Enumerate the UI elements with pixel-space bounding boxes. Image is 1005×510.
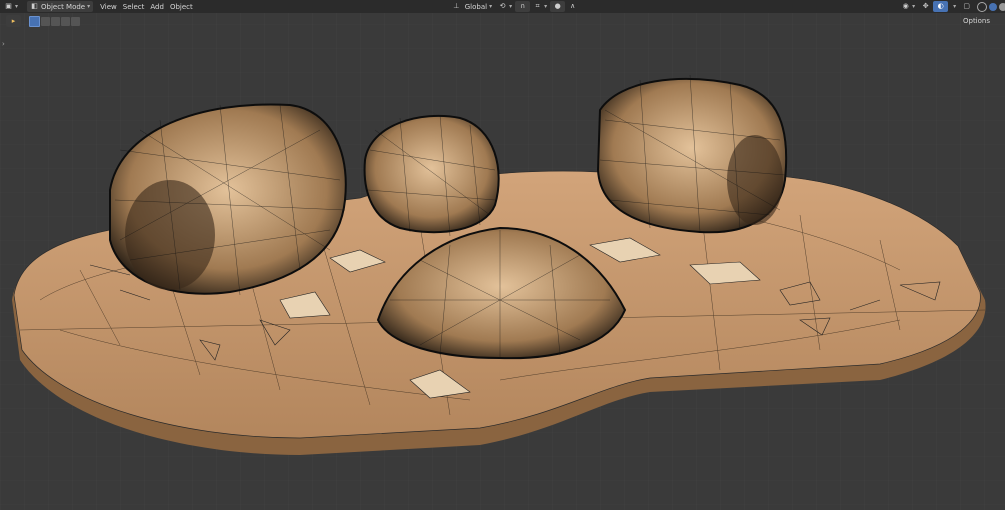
xray-icon: ▢ bbox=[963, 2, 970, 10]
chevron-down-icon: ▾ bbox=[544, 3, 548, 10]
proportional-edit-toggle[interactable]: ● bbox=[550, 1, 566, 12]
options-label: Options bbox=[962, 17, 990, 25]
menu-add-label: Add bbox=[150, 2, 164, 11]
pivot-icon: ⟲ bbox=[499, 2, 506, 10]
solid-shading-icon[interactable] bbox=[989, 2, 998, 11]
gizmo-toggle[interactable]: ✥ bbox=[918, 1, 933, 12]
chevron-down-icon: ▾ bbox=[953, 3, 957, 10]
menu-add[interactable]: Add bbox=[147, 1, 167, 12]
object-mode-icon: ◧ bbox=[31, 2, 38, 10]
chevron-down-icon: ▾ bbox=[489, 3, 493, 10]
visibility-dropdown[interactable]: ◉ ▾ bbox=[898, 1, 918, 12]
select-box-icon: ▸ bbox=[11, 16, 16, 25]
mode-label: Object Mode bbox=[41, 2, 86, 11]
options-dropdown[interactable]: Options bbox=[960, 16, 993, 27]
gizmo-icon: ✥ bbox=[922, 2, 929, 10]
material-shading-icon[interactable] bbox=[999, 2, 1005, 11]
select-subtract-icon[interactable] bbox=[51, 16, 60, 26]
wireframe-shading-icon[interactable] bbox=[977, 1, 988, 12]
viewport-header: ▣ ▾ ◧ Object Mode ▾ View Select Add Objec… bbox=[0, 0, 1005, 13]
orientation-dropdown[interactable]: ⊥ Global ▾ bbox=[449, 1, 495, 12]
select-new-icon[interactable] bbox=[29, 15, 40, 27]
overlays-icon: ◐ bbox=[937, 2, 944, 10]
proportional-edit-icon: ● bbox=[554, 2, 561, 10]
select-invert-icon[interactable] bbox=[61, 16, 70, 26]
overlays-dropdown[interactable]: ▾ bbox=[948, 1, 959, 12]
menu-select-label: Select bbox=[122, 2, 145, 11]
xray-toggle[interactable]: ▢ bbox=[959, 1, 974, 12]
proportional-falloff[interactable]: ∧ bbox=[565, 1, 580, 12]
menu-object[interactable]: Object bbox=[167, 1, 196, 12]
eye-icon: ◉ bbox=[902, 2, 909, 10]
chevron-down-icon: ▾ bbox=[509, 3, 513, 10]
selection-modes[interactable] bbox=[25, 15, 83, 27]
chevron-down-icon: ▾ bbox=[87, 3, 91, 10]
orientation-icon: ⊥ bbox=[453, 2, 460, 10]
active-tool-button[interactable]: ▸ bbox=[6, 15, 21, 27]
overlays-toggle[interactable]: ◐ bbox=[933, 1, 949, 12]
magnet-icon: ∩ bbox=[520, 2, 526, 10]
chevron-down-icon: ▾ bbox=[15, 3, 19, 10]
snap-target-icon: ⌗ bbox=[535, 2, 540, 10]
3d-viewport[interactable] bbox=[0, 0, 1005, 510]
snap-toggle[interactable]: ∩ bbox=[515, 1, 531, 12]
snap-options[interactable]: ⌗ ▾ bbox=[530, 1, 550, 12]
hay-bale-small[interactable] bbox=[363, 114, 500, 237]
shading-buttons[interactable] bbox=[974, 1, 1005, 12]
falloff-icon: ∧ bbox=[570, 2, 576, 10]
menu-object-label: Object bbox=[169, 2, 193, 11]
mode-dropdown[interactable]: ◧ Object Mode ▾ bbox=[27, 1, 94, 12]
toolbar-expand-arrow[interactable]: › bbox=[2, 40, 5, 48]
orientation-label: Global bbox=[464, 2, 488, 11]
chevron-down-icon: ▾ bbox=[912, 3, 916, 10]
cube-icon: ▣ bbox=[5, 2, 12, 10]
hay-bale-right[interactable] bbox=[596, 74, 788, 234]
menu-select[interactable]: Select bbox=[120, 1, 148, 12]
menu-view[interactable]: View bbox=[97, 1, 120, 12]
tool-settings-bar: ▸ Options bbox=[0, 13, 1005, 29]
select-intersect-icon[interactable] bbox=[71, 16, 80, 26]
menu-view-label: View bbox=[100, 2, 117, 11]
editor-type-button[interactable]: ▣ ▾ bbox=[0, 1, 21, 12]
select-extend-icon[interactable] bbox=[41, 16, 50, 26]
pivot-button[interactable]: ⟲ ▾ bbox=[495, 1, 515, 12]
